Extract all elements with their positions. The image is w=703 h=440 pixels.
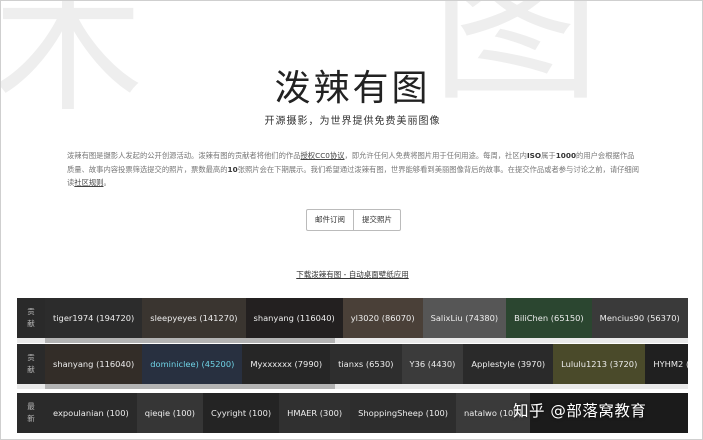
strip-label: 最 新 bbox=[17, 393, 45, 433]
license-link[interactable]: 授权CC0协议 bbox=[301, 151, 345, 160]
strip-scrollbar-1[interactable] bbox=[17, 338, 688, 343]
contributor-tile[interactable]: sleepyeyes (141270) bbox=[142, 298, 246, 338]
contributor-tile[interactable]: BiliChen (65150) bbox=[506, 298, 592, 338]
strip-tiles: shanyang (116040) dominiclee) (45200) Myxx… bbox=[45, 344, 688, 384]
community-rules-link[interactable]: 社区规则 bbox=[74, 178, 103, 187]
contributor-tile[interactable]: tiger1974 (194720) bbox=[45, 298, 143, 338]
description-text: 泼辣有图是摄影人发起的公开创源活动。泼辣有图的贡献者将他们的作品 bbox=[67, 151, 301, 160]
contributor-tile[interactable]: qieqie (100) bbox=[136, 393, 204, 433]
scrollbar-thumb[interactable] bbox=[45, 338, 335, 343]
top-count-number: 10 bbox=[227, 164, 238, 174]
description-paragraph: 泼辣有图是摄影人发起的公开创源活动。泼辣有图的贡献者将他们的作品授权CC0协议，… bbox=[67, 149, 639, 190]
strip-label-bottom: 献 bbox=[27, 319, 35, 328]
submit-photo-button[interactable]: 提交照片 bbox=[353, 210, 400, 230]
description-text: 属于 bbox=[541, 151, 556, 160]
strip-label-top: 贡 bbox=[27, 307, 35, 316]
threshold-number: 1000 bbox=[555, 151, 577, 160]
page-subtitle: 开源摄影，为世界提供免费美丽图像 bbox=[264, 116, 441, 127]
description-text: ，即允许任何人免费将图片用于任何用途。每周，社区内 bbox=[344, 151, 527, 160]
contributor-tile[interactable]: dominiclee) (45200) bbox=[142, 344, 243, 384]
zhihu-watermark: 知乎 @部落窝教育 bbox=[513, 402, 647, 420]
contributor-tile[interactable]: shanyang (116040) bbox=[245, 298, 343, 338]
contributor-tile[interactable]: Y36 (4430) bbox=[401, 344, 464, 384]
contributor-tile[interactable]: Lululu1213 (3720) bbox=[553, 344, 646, 384]
contributor-tile[interactable]: shanyang (116040) bbox=[45, 344, 143, 384]
strip-label-top: 最 bbox=[27, 402, 35, 411]
strip-label: 贡 献 bbox=[17, 344, 45, 384]
contributor-tile[interactable]: Mencius90 (56370) bbox=[591, 298, 688, 338]
contributor-tile[interactable]: ShoppingSheep (100) bbox=[350, 393, 457, 433]
contributor-tile[interactable]: Myxxxxxx (7990) bbox=[242, 344, 331, 384]
strip-tiles: tiger1974 (194720) sleepyeyes (141270) sha… bbox=[45, 298, 688, 338]
contributor-tile[interactable]: Cyyright (100) bbox=[203, 393, 280, 433]
strip-label: 贡 献 bbox=[17, 298, 45, 338]
contributor-tile[interactable]: HYHM2 ( bbox=[645, 344, 688, 384]
contributor-tile[interactable]: HMAER (300) bbox=[279, 393, 351, 433]
contributors-strip-2[interactable]: 贡 献 shanyang (116040) dominiclee) (45200)… bbox=[17, 344, 688, 384]
contributor-tile[interactable]: yl3020 (86070) bbox=[342, 298, 423, 338]
strip-label-top: 贡 bbox=[27, 353, 35, 362]
page-title: 泼辣有图 bbox=[274, 68, 431, 109]
action-button-group: 邮件订阅 提交照片 bbox=[306, 209, 401, 231]
download-app-link[interactable]: 下载泼辣有图 - 自动桌面壁纸应用 bbox=[1, 269, 702, 280]
iso-text: ISO bbox=[526, 151, 542, 160]
scrollbar-thumb[interactable] bbox=[45, 384, 335, 389]
page-frame: 木 图 泼辣有图 开源摄影，为世界提供免费美丽图像 泼辣有图是摄影人发起的公开创… bbox=[0, 0, 703, 440]
contributor-tile[interactable]: Applestyle (3970) bbox=[463, 344, 554, 384]
strip-label-bottom: 新 bbox=[27, 414, 35, 423]
contributor-tile[interactable]: expoulanian (100) bbox=[45, 393, 137, 433]
strip-label-bottom: 献 bbox=[27, 365, 35, 374]
contributor-tile[interactable]: SalixLiu (74380) bbox=[422, 298, 507, 338]
contributors-strip-1[interactable]: 贡 献 tiger1974 (194720) sleepyeyes (141270… bbox=[17, 298, 688, 338]
description-text: 。 bbox=[103, 178, 111, 187]
strip-scrollbar-2[interactable] bbox=[17, 384, 688, 389]
email-subscribe-button[interactable]: 邮件订阅 bbox=[307, 210, 353, 230]
contributor-tile[interactable]: tianxs (6530) bbox=[330, 344, 402, 384]
